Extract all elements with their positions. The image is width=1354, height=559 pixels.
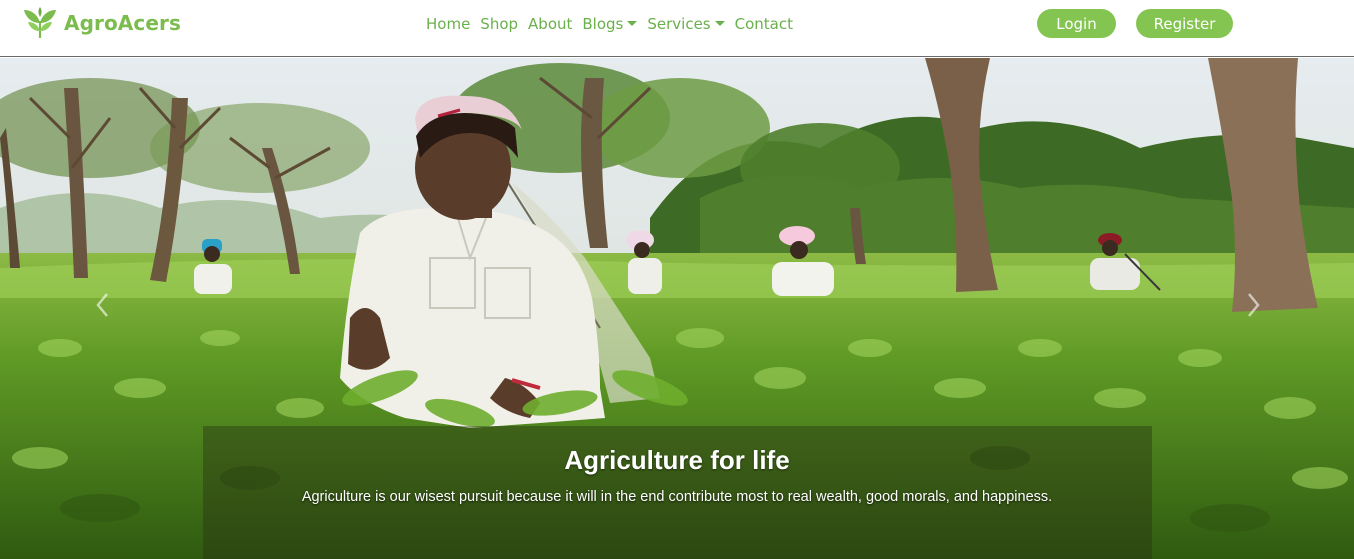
nav-about-label: About	[528, 15, 573, 33]
nav-blogs-label: Blogs	[582, 15, 624, 33]
carousel-caption-text: Agriculture is our wisest pursuit becaus…	[301, 489, 1053, 505]
main-nav: Home Shop About Blogs Services Contact	[416, 13, 803, 35]
chevron-left-icon	[96, 293, 108, 317]
nav-about[interactable]: About	[518, 15, 572, 33]
nav-blogs-dropdown[interactable]: Blogs	[572, 15, 638, 33]
chevron-right-icon	[1248, 293, 1260, 317]
register-button[interactable]: Register	[1136, 9, 1233, 38]
hero-carousel: Agriculture for life Agriculture is our …	[0, 58, 1354, 559]
brand-name: AgroAcers	[64, 11, 181, 35]
leaf-sprout-icon	[22, 7, 58, 39]
nav-home-label: Home	[426, 15, 471, 33]
nav-contact-label: Contact	[734, 15, 793, 33]
brand-logo-link[interactable]: AgroAcers	[22, 6, 181, 40]
nav-home[interactable]: Home	[416, 15, 470, 33]
nav-contact[interactable]: Contact	[725, 15, 793, 33]
login-button[interactable]: Login	[1037, 9, 1116, 38]
carousel-prev-button[interactable]	[93, 290, 113, 320]
carousel-caption-title: Agriculture for life	[564, 445, 790, 475]
caret-down-icon	[627, 20, 638, 26]
nav-services-dropdown[interactable]: Services	[637, 15, 725, 33]
carousel-next-button[interactable]	[1243, 290, 1263, 320]
caret-down-icon	[714, 20, 725, 26]
navbar: AgroAcers Home Shop About Blogs Services…	[0, 0, 1354, 57]
nav-services-label: Services	[647, 15, 711, 33]
nav-shop-label: Shop	[480, 15, 519, 33]
nav-shop[interactable]: Shop	[470, 15, 518, 33]
